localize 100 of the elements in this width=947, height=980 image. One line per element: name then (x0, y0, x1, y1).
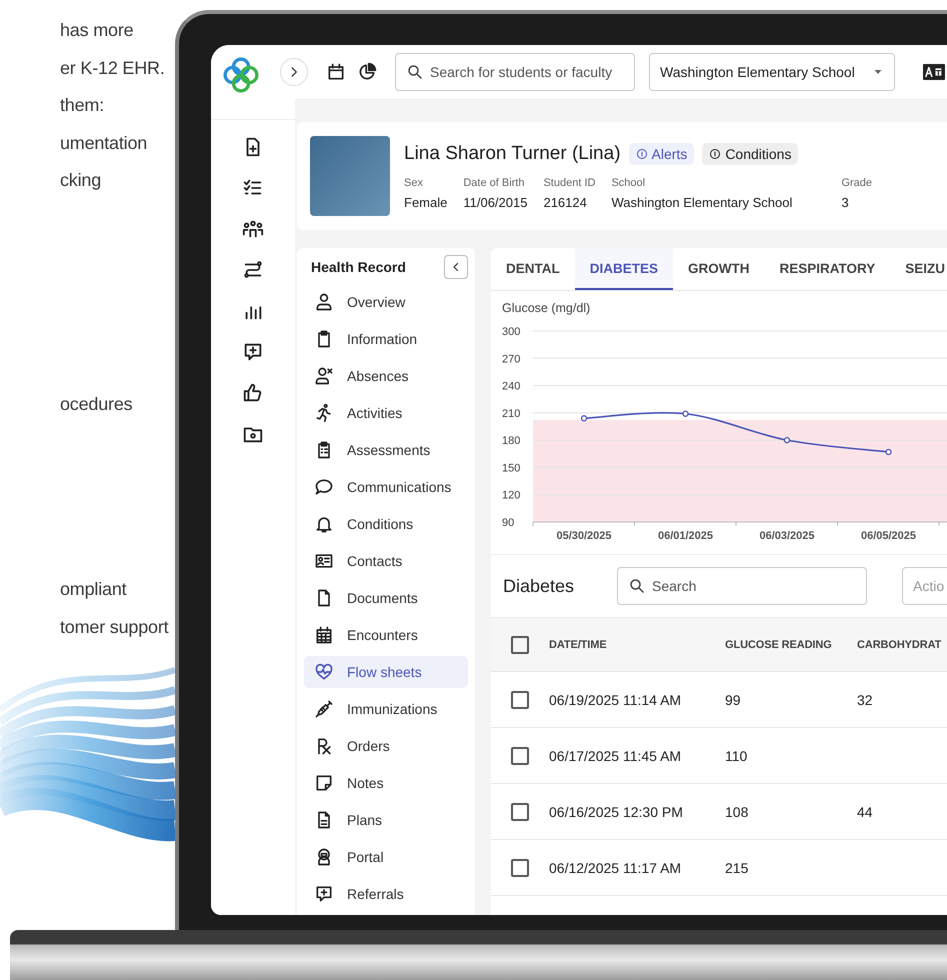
data-point (580, 415, 588, 422)
x-tick-label: 06/03/2025 (759, 530, 815, 542)
actions-field[interactable]: Actio (902, 567, 947, 605)
column-header: GLUCOSE READING (725, 638, 832, 650)
column-header: CARBOHYDRAT (857, 638, 942, 650)
y-tick-label: 240 (502, 380, 520, 393)
table-cell: 44 (857, 804, 873, 820)
field-label: Student ID (543, 176, 596, 188)
translate-icon[interactable] (923, 64, 945, 80)
table-cell: 99 (725, 692, 741, 708)
message-plus-icon (314, 884, 334, 904)
checkbox[interactable] (511, 802, 529, 820)
x-tick-label: 05/30/2025 (556, 530, 612, 542)
field-label: Date of Birth (463, 176, 526, 188)
checkbox[interactable] (511, 690, 529, 708)
conditions-chip[interactable]: Conditions (702, 142, 798, 164)
nav-item[interactable]: Referrals (304, 878, 468, 910)
checkbox[interactable] (511, 636, 529, 654)
table-cell: 110 (725, 748, 748, 764)
table-cell: 06/17/2025 11:45 AM (549, 748, 682, 764)
table-cell: 215 (725, 860, 748, 876)
tab[interactable]: RESPIRATORY (764, 248, 890, 290)
y-tick-label: 270 (502, 353, 520, 366)
tab[interactable]: SEIZU (890, 248, 947, 290)
data-point (784, 437, 790, 444)
marketing-text-line: tomer support (60, 616, 170, 639)
nav-item[interactable]: Orders (304, 730, 468, 762)
nav-item[interactable]: Plans (304, 804, 468, 836)
y-tick-label: 180 (502, 435, 520, 448)
thumbs-up-icon[interactable] (242, 382, 264, 404)
column-header: DATE/TIME (549, 638, 607, 650)
search-field[interactable]: Search for students or faculty (395, 53, 635, 91)
tab[interactable]: DENTAL (491, 248, 575, 290)
calendar-grid-icon (314, 625, 334, 645)
marketing-text-line: cking (60, 169, 102, 192)
nav-item[interactable]: Communications (304, 471, 468, 503)
x-tick-label: 06/01/2025 (658, 530, 714, 542)
field-value: Washington Elementary School (611, 194, 794, 210)
data-point (682, 410, 689, 417)
y-tick-label: 90 (502, 517, 514, 529)
table-cell: 32 (857, 692, 873, 708)
field-value: Female (404, 194, 448, 210)
nav-item[interactable]: Encounters (304, 619, 468, 651)
person-icon (314, 292, 334, 312)
person-remove-icon (314, 366, 334, 386)
field-label: School (611, 176, 646, 188)
tab[interactable]: DIABETES (574, 248, 674, 290)
patient-name: Lina Sharon Turner (Lina) (404, 142, 621, 164)
nav-item[interactable]: Documents (304, 582, 468, 614)
nav-item[interactable]: Flow sheets (304, 656, 468, 688)
heart-pulse-icon (314, 662, 334, 682)
panel-title: Health Record (311, 259, 406, 275)
y-tick-label: 300 (502, 326, 520, 338)
search-field[interactable]: Search (617, 567, 867, 605)
field-value: 216124 (543, 194, 588, 210)
tab[interactable]: GROWTH (673, 248, 765, 290)
marketing-text-line: has more (60, 19, 134, 42)
school-dropdown[interactable]: Washington Elementary School (649, 53, 895, 91)
nav-item[interactable]: Portal (304, 841, 468, 873)
checkbox[interactable] (511, 746, 529, 764)
marketing-text-line: them: (60, 94, 106, 117)
checkbox[interactable] (511, 858, 529, 876)
field-value: 11/06/2015 (463, 194, 528, 210)
table-cell: 06/16/2025 12:30 PM (549, 804, 683, 820)
marketing-text-line: er K-12 EHR. (60, 56, 166, 80)
info-icon (709, 148, 722, 160)
nav-item[interactable]: Absences (304, 360, 468, 392)
field-label: Grade (841, 176, 872, 188)
y-tick-label: 150 (502, 462, 520, 474)
table-cell: 06/19/2025 11:14 AM (549, 692, 682, 708)
nav-item[interactable]: Overview (304, 286, 468, 318)
chart-axis-title: Glucose (mg/dl) (502, 301, 590, 315)
syringe-icon (314, 699, 334, 719)
expand-button[interactable] (280, 58, 308, 86)
field-value: 3 (841, 194, 850, 210)
nav-item[interactable]: Conditions (304, 508, 468, 540)
pie-chart-icon[interactable] (357, 62, 377, 82)
table-title: Diabetes (503, 576, 576, 596)
nav-item[interactable]: Activities (304, 397, 468, 429)
info-icon (636, 148, 648, 160)
nav-item[interactable]: Information (304, 323, 468, 355)
marketing-text-line: umentation (60, 132, 148, 154)
y-tick-label: 120 (502, 490, 520, 502)
table-cell: 06/12/2025 11:17 AM (549, 860, 682, 876)
marketing-text-line: ompliant (60, 578, 128, 601)
speech-bubble-icon (314, 477, 334, 497)
note-icon (314, 773, 334, 793)
table-cell: 108 (725, 804, 748, 820)
field-label: Sex (404, 176, 424, 188)
alerts-chip[interactable]: Alerts (628, 142, 694, 164)
data-point (885, 448, 892, 456)
y-tick-label: 210 (502, 408, 520, 420)
nav-item[interactable]: Notes (304, 767, 468, 799)
calendar-icon[interactable] (326, 62, 346, 82)
nav-item[interactable]: Contacts (304, 545, 468, 577)
nav-item[interactable]: Immunizations (304, 693, 468, 725)
marketing-text-line: ocedures (60, 392, 134, 416)
route-icon[interactable] (242, 258, 264, 280)
nav-item[interactable]: Assessments (304, 434, 468, 466)
x-tick-label: 06/05/2025 (860, 530, 916, 542)
